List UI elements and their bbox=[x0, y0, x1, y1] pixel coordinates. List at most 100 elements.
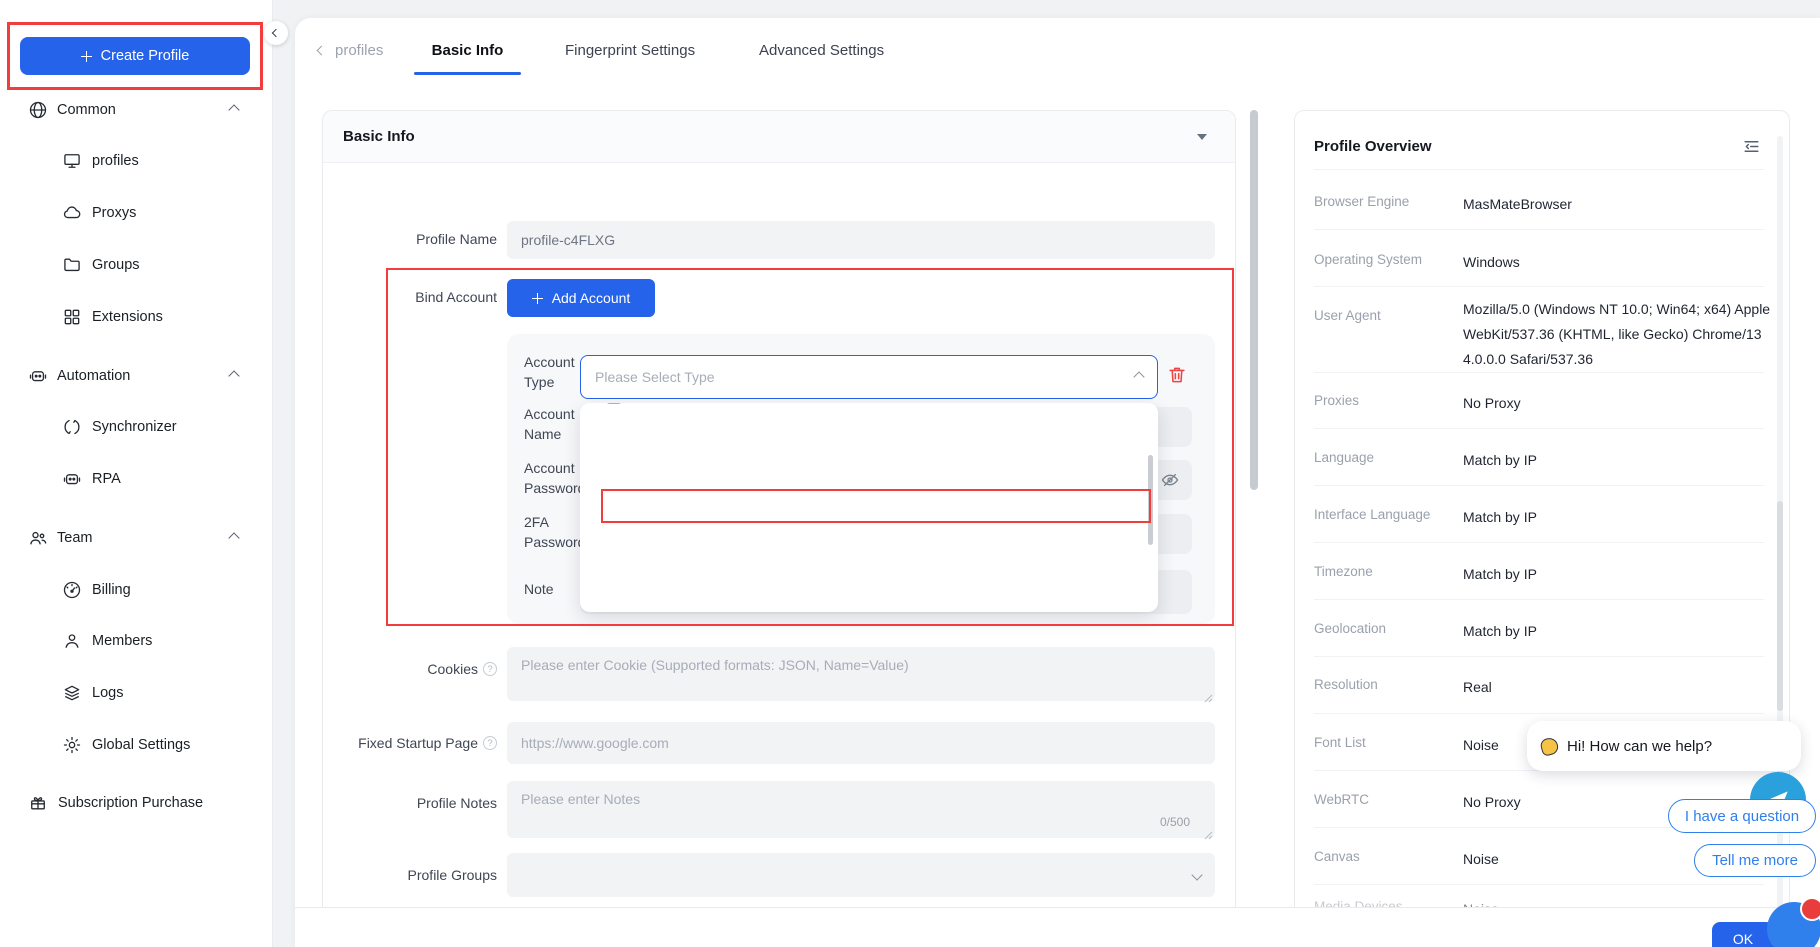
team-icon bbox=[28, 528, 48, 548]
ok-button[interactable]: OK bbox=[1712, 922, 1774, 947]
plus-icon bbox=[532, 293, 543, 304]
profile-name-label: Profile Name bbox=[300, 231, 497, 247]
robot-icon bbox=[28, 366, 48, 386]
divider bbox=[1314, 428, 1764, 429]
overview-row-label: Geolocation bbox=[1314, 621, 1386, 636]
overview-row-value: Mozilla/5.0 (Windows NT 10.0; Win64; x64… bbox=[1463, 297, 1773, 372]
gauge-icon bbox=[62, 580, 82, 600]
tab-basic-info[interactable]: Basic Info bbox=[414, 42, 521, 59]
chat-notification-badge bbox=[1800, 897, 1820, 921]
account-type-placeholder: Please Select Type bbox=[595, 369, 1135, 385]
tab-advanced-settings[interactable]: Advanced Settings bbox=[759, 42, 884, 59]
sidebar-section-common[interactable]: Common bbox=[28, 98, 258, 122]
profile-notes-textarea[interactable] bbox=[507, 781, 1215, 838]
overview-row-label: Proxies bbox=[1314, 393, 1359, 408]
sidebar-item-billing[interactable]: Billing bbox=[62, 578, 131, 602]
cloud-icon bbox=[62, 203, 82, 223]
sidebar-collapse-button[interactable] bbox=[264, 21, 288, 45]
folder-icon bbox=[62, 255, 82, 275]
resize-handle-icon[interactable] bbox=[1204, 690, 1213, 708]
sidebar-item-label: Extensions bbox=[92, 309, 163, 325]
dropdown-scrollbar[interactable] bbox=[1148, 455, 1153, 545]
account-type-dropdown: instagram.com whatsapp.com tiktok.com sh… bbox=[580, 403, 1158, 612]
sidebar-item-profiles[interactable]: profiles bbox=[62, 149, 139, 173]
profile-overview-title: Profile Overview bbox=[1314, 138, 1432, 155]
bind-account-label: Bind Account bbox=[300, 289, 497, 305]
overview-row-value: Windows bbox=[1463, 250, 1773, 275]
chevron-left-icon bbox=[272, 29, 280, 37]
account-type-select[interactable]: Please Select Type bbox=[580, 355, 1158, 399]
sidebar-item-members[interactable]: Members bbox=[62, 629, 152, 653]
divider bbox=[1314, 485, 1764, 486]
sidebar-section-label: Common bbox=[57, 102, 116, 118]
eye-off-icon bbox=[1160, 470, 1180, 490]
basic-info-card-header[interactable]: Basic Info bbox=[323, 111, 1235, 163]
sidebar-section-automation[interactable]: Automation bbox=[28, 364, 258, 388]
sync-icon bbox=[62, 417, 82, 437]
sidebar-item-proxys[interactable]: Proxys bbox=[62, 201, 136, 225]
sidebar-item-label: Billing bbox=[92, 582, 131, 598]
sidebar-item-label: RPA bbox=[92, 471, 121, 487]
overview-row-label: Resolution bbox=[1314, 677, 1378, 692]
profile-notes-label: Profile Notes bbox=[300, 795, 497, 811]
sidebar-item-label: Groups bbox=[92, 257, 140, 273]
notes-char-counter: 0/500 bbox=[1160, 815, 1190, 829]
resize-handle-icon[interactable] bbox=[1204, 827, 1213, 845]
overview-row-label: Language bbox=[1314, 450, 1374, 465]
create-profile-label: Create Profile bbox=[101, 48, 190, 64]
sidebar-section-label: Automation bbox=[57, 368, 130, 384]
sidebar-section-team[interactable]: Team bbox=[28, 526, 258, 550]
fixed-startup-page-label: Fixed Startup Page bbox=[300, 735, 497, 751]
sidebar-item-subscription-purchase[interactable]: Subscription Purchase bbox=[28, 791, 203, 815]
help-icon[interactable] bbox=[483, 736, 497, 750]
divider bbox=[1314, 372, 1764, 373]
sidebar-item-logs[interactable]: Logs bbox=[62, 681, 123, 705]
collapse-triangle-icon[interactable] bbox=[1197, 134, 1207, 140]
partial-platform-icon bbox=[604, 403, 624, 405]
sidebar-item-groups[interactable]: Groups bbox=[62, 253, 140, 277]
overview-row-label: Canvas bbox=[1314, 849, 1360, 864]
sidebar: Create Profile Common profiles Proxys Gr… bbox=[0, 0, 273, 947]
overview-row-label: User Agent bbox=[1314, 308, 1381, 323]
footer-bar: OK bbox=[295, 907, 1820, 947]
help-icon[interactable] bbox=[483, 662, 497, 676]
profile-name-input[interactable] bbox=[507, 221, 1215, 259]
wave-emoji bbox=[1539, 736, 1560, 757]
sidebar-item-extensions[interactable]: Extensions bbox=[62, 305, 163, 329]
tab-fingerprint-settings[interactable]: Fingerprint Settings bbox=[565, 42, 695, 59]
collapse-panel-icon[interactable] bbox=[1742, 137, 1761, 161]
chat-greeting-bubble[interactable]: Hi! How can we help? bbox=[1527, 721, 1801, 771]
cookies-textarea[interactable] bbox=[507, 647, 1215, 701]
overview-row-value: No Proxy bbox=[1463, 391, 1773, 416]
create-profile-button[interactable]: Create Profile bbox=[20, 37, 250, 75]
sidebar-item-synchronizer[interactable]: Synchronizer bbox=[62, 415, 177, 439]
overview-row-label: Timezone bbox=[1314, 564, 1373, 579]
robot-icon bbox=[62, 469, 82, 489]
profile-groups-select[interactable] bbox=[507, 853, 1215, 897]
add-account-label: Add Account bbox=[552, 290, 631, 306]
trash-icon bbox=[1166, 364, 1188, 386]
main-scrollbar[interactable] bbox=[1250, 110, 1258, 490]
overview-row-value: Match by IP bbox=[1463, 448, 1773, 473]
toggle-password-visibility[interactable] bbox=[1160, 470, 1180, 495]
sidebar-item-label: Synchronizer bbox=[92, 419, 177, 435]
dropdown-item-partial[interactable] bbox=[580, 403, 1158, 413]
back-to-profiles-link[interactable]: profiles bbox=[318, 42, 383, 59]
person-icon bbox=[62, 631, 82, 651]
chat-quick-reply-question[interactable]: I have a question bbox=[1668, 799, 1816, 833]
sidebar-item-label: Proxys bbox=[92, 205, 136, 221]
sidebar-item-global-settings[interactable]: Global Settings bbox=[62, 733, 190, 757]
sidebar-item-rpa[interactable]: RPA bbox=[62, 467, 121, 491]
gear-icon bbox=[62, 735, 82, 755]
sidebar-item-label: Subscription Purchase bbox=[58, 795, 203, 811]
sidebar-item-label: profiles bbox=[92, 153, 139, 169]
chat-quick-reply-more[interactable]: Tell me more bbox=[1694, 844, 1816, 877]
add-account-button[interactable]: Add Account bbox=[507, 279, 655, 317]
divider bbox=[1314, 286, 1764, 287]
overview-row-label: Interface Language bbox=[1314, 507, 1430, 522]
fixed-startup-page-input[interactable] bbox=[507, 722, 1215, 764]
divider bbox=[1314, 229, 1764, 230]
divider bbox=[1314, 599, 1764, 600]
delete-account-button[interactable] bbox=[1166, 364, 1188, 391]
overview-row-value: Real bbox=[1463, 675, 1773, 700]
